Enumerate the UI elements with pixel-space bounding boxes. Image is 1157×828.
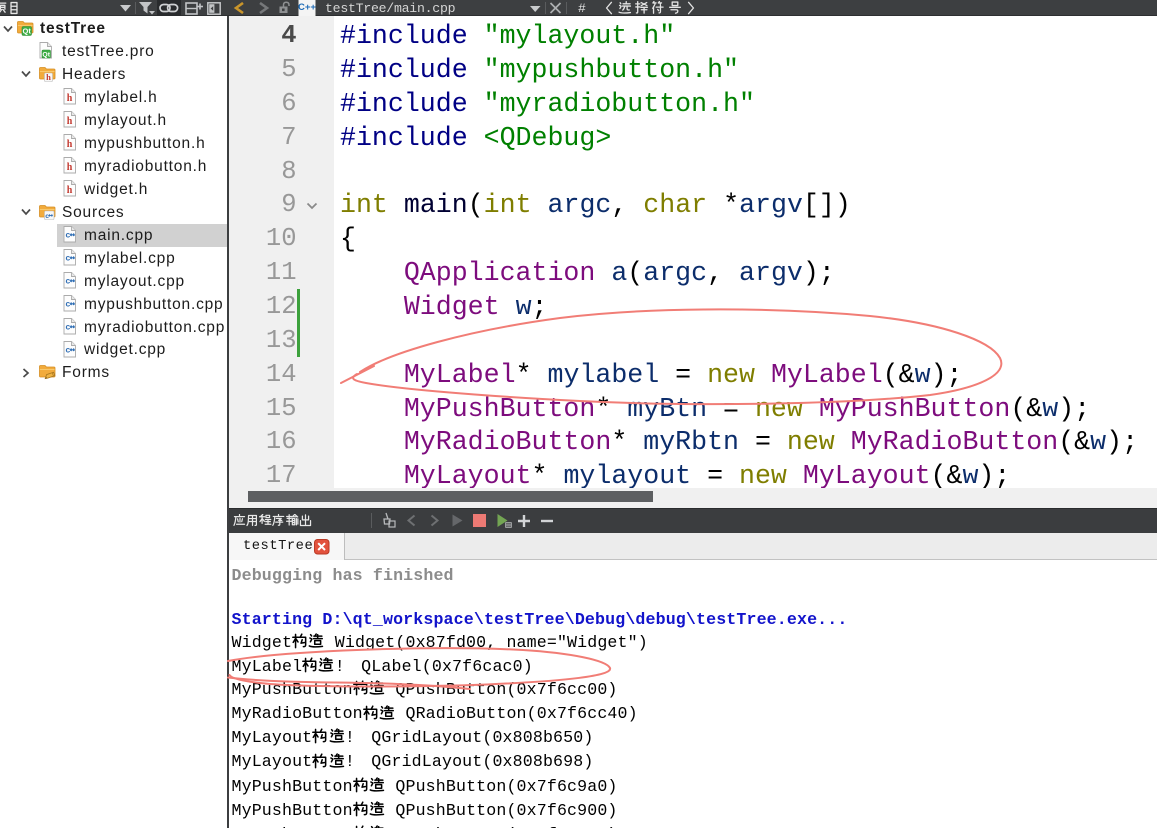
svg-text:c: c xyxy=(66,345,71,355)
svg-text:Qt: Qt xyxy=(23,27,32,36)
svg-text:c: c xyxy=(66,276,71,286)
svg-text:C++: C++ xyxy=(298,2,316,13)
svg-text:h: h xyxy=(67,162,73,173)
svg-text:h: h xyxy=(67,139,73,150)
svg-text:c: c xyxy=(66,299,71,309)
svg-text:Qt: Qt xyxy=(42,51,50,58)
svg-text:h: h xyxy=(46,72,51,82)
svg-text:c: c xyxy=(45,213,49,220)
svg-text:c: c xyxy=(66,322,71,332)
svg-text:h: h xyxy=(67,93,73,104)
svg-text:c: c xyxy=(66,253,71,263)
svg-text:c: c xyxy=(66,230,71,240)
svg-text:h: h xyxy=(67,185,73,196)
svg-text:h: h xyxy=(67,116,73,127)
